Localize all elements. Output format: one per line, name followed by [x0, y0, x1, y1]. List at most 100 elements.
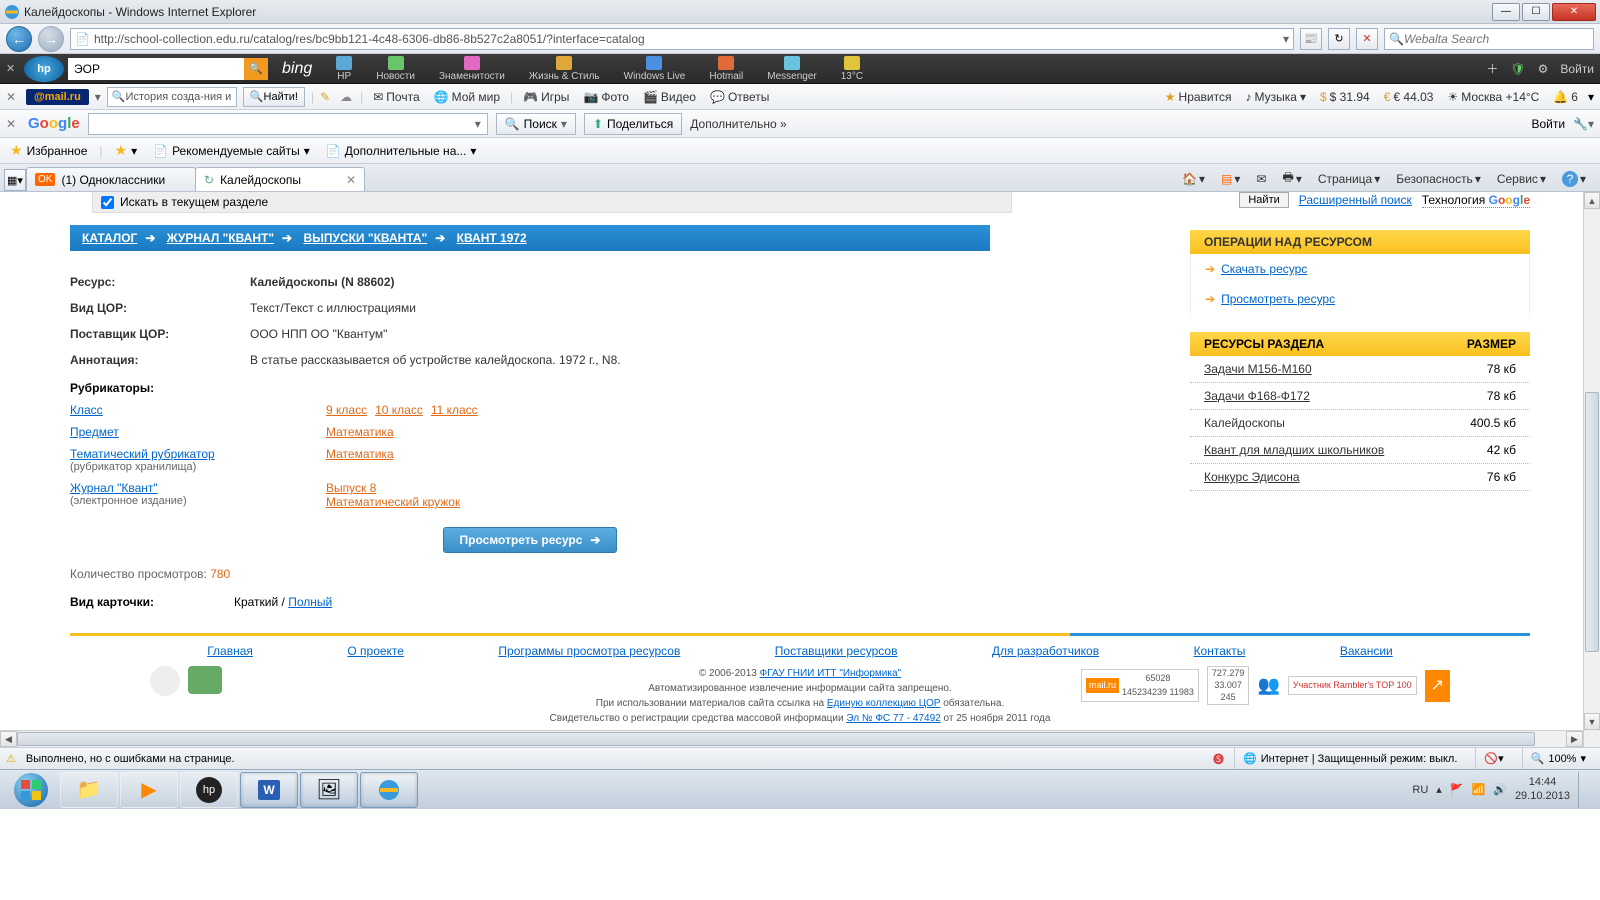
hp-item-life[interactable]: Жизнь & Стиль: [519, 56, 610, 82]
mail-search-field[interactable]: 🔍 История созда-ния и: [107, 87, 237, 107]
collection-link[interactable]: Единую коллекцию ЦОР: [827, 698, 941, 709]
math-circle-link[interactable]: Математический кружок: [326, 495, 460, 509]
mail-link-mail[interactable]: ✉Почта: [369, 90, 423, 104]
google-share-button[interactable]: ⬆Поделиться: [584, 113, 682, 135]
resource-link[interactable]: Задачи Ф168-Ф172: [1204, 389, 1310, 403]
hp-item-messenger[interactable]: Messenger: [757, 56, 826, 82]
tray-flag-icon[interactable]: 🚩: [1450, 783, 1464, 796]
mail-weather[interactable]: ☀Москва +14°C: [1443, 90, 1543, 104]
breadcrumb-journal[interactable]: ЖУРНАЛ "КВАНТ": [167, 231, 274, 245]
rubr-subject-link[interactable]: Предмет: [70, 425, 119, 439]
additional-addons[interactable]: 📄Дополнительные на... ▾: [322, 142, 481, 160]
hscroll-thumb[interactable]: [17, 732, 1535, 746]
mail-link-video[interactable]: 🎬Видео: [639, 90, 700, 104]
mail-link-photo[interactable]: 📷Фото: [579, 90, 633, 104]
mail-notif[interactable]: 🔔6: [1549, 90, 1582, 104]
search-current-checkbox[interactable]: [101, 196, 114, 209]
hp-item-hp[interactable]: HP: [326, 56, 362, 82]
rubr-class-link[interactable]: Класс: [70, 403, 103, 417]
org-link[interactable]: ФГАУ ГНИИ ИТТ "Информика": [760, 668, 901, 679]
google-login-link[interactable]: Войти: [1531, 117, 1565, 131]
scroll-left-button[interactable]: ◀: [0, 731, 17, 747]
shield-icon[interactable]: 🛡: [1510, 62, 1525, 76]
footer-providers[interactable]: Поставщики ресурсов: [775, 644, 898, 658]
mail-find-button[interactable]: 🔍Найти!: [243, 87, 305, 107]
task-hp[interactable]: hp: [180, 772, 238, 808]
breadcrumb-issues[interactable]: ВЫПУСКИ "КВАНТА": [303, 231, 427, 245]
bing-search-input[interactable]: [68, 62, 244, 76]
mail-link-answers[interactable]: 💬Ответы: [706, 90, 773, 104]
hp-item-weather[interactable]: 13°C: [831, 56, 873, 82]
close-tab-button[interactable]: ✕: [346, 173, 356, 187]
class-10-link[interactable]: 10 класс: [375, 403, 423, 417]
footer-viewers[interactable]: Программы просмотра ресурсов: [498, 644, 680, 658]
google-search-button[interactable]: 🔍Поиск▾: [496, 113, 576, 135]
mail-link-games[interactable]: 🎮Игры: [519, 90, 573, 104]
print-button[interactable]: 🖶▾: [1278, 166, 1305, 191]
help-button[interactable]: ?▾: [1558, 169, 1590, 189]
resource-link[interactable]: Конкурс Эдисона: [1204, 470, 1300, 484]
mail-button[interactable]: ✉: [1252, 170, 1270, 188]
dropdown-icon[interactable]: ▾: [1283, 32, 1289, 46]
gear-icon[interactable]: ⚙: [1538, 62, 1549, 76]
wrench-icon[interactable]: 🔧▾: [1573, 117, 1594, 131]
download-resource-link[interactable]: Скачать ресурс: [1221, 262, 1307, 276]
hp-login-link[interactable]: Войти: [1560, 62, 1594, 76]
refresh-button[interactable]: ↻: [1328, 28, 1350, 50]
plus-icon[interactable]: ＋: [1486, 60, 1498, 77]
class-11-link[interactable]: 11 класс: [431, 403, 478, 417]
pencil-icon[interactable]: ✎: [320, 90, 334, 104]
back-button[interactable]: ←: [6, 26, 32, 52]
page-menu[interactable]: Страница▾: [1314, 170, 1384, 188]
card-full-link[interactable]: Полный: [288, 595, 332, 609]
advanced-search-link[interactable]: Расширенный поиск: [1299, 193, 1412, 207]
quick-tabs-button[interactable]: ▦▾: [4, 169, 26, 191]
zoom-control[interactable]: 🔍100% ▾: [1522, 748, 1594, 769]
scroll-down-button[interactable]: ▼: [1584, 713, 1600, 730]
scroll-thumb[interactable]: [1585, 392, 1599, 652]
rambler-arrow-icon[interactable]: ↗: [1425, 670, 1450, 702]
people-icon[interactable]: 👥: [1257, 672, 1279, 699]
class-9-link[interactable]: 9 класс: [326, 403, 367, 417]
footer-vacancies[interactable]: Вакансии: [1340, 644, 1393, 658]
google-more-link[interactable]: Дополнительно »: [690, 117, 786, 131]
mailru-logo[interactable]: @mail.ru: [26, 89, 89, 105]
tray-volume-icon[interactable]: 🔊: [1493, 783, 1507, 796]
mail-usd[interactable]: $$ 31.94: [1316, 90, 1374, 104]
mail-dropdown-icon[interactable]: ▾: [1588, 90, 1594, 104]
task-explorer[interactable]: 📁: [60, 772, 118, 808]
rambler-counter[interactable]: Участник Rambler's TOP 100: [1288, 676, 1417, 696]
hp-item-celeb[interactable]: Знаменитости: [429, 56, 515, 82]
url-input[interactable]: [94, 29, 1279, 49]
tab-odnoklassniki[interactable]: OK(1) Одноклассники: [26, 167, 196, 191]
footer-home[interactable]: Главная: [207, 644, 253, 658]
counter-icon-1[interactable]: [150, 666, 180, 696]
skype-icon[interactable]: 🅢: [1213, 751, 1224, 767]
task-media-player[interactable]: ▶: [120, 772, 178, 808]
hp-item-news[interactable]: Новости: [366, 56, 425, 82]
close-button[interactable]: ✕: [1552, 3, 1596, 21]
footer-contacts[interactable]: Контакты: [1194, 644, 1246, 658]
horizontal-scrollbar[interactable]: ◀ ▶: [0, 730, 1583, 747]
page-find-button[interactable]: Найти: [1239, 192, 1288, 208]
lang-indicator[interactable]: RU: [1412, 784, 1428, 796]
resource-link[interactable]: Задачи М156-М160: [1204, 362, 1312, 376]
thematic-math-link[interactable]: Математика: [326, 447, 394, 461]
counter-icon-2[interactable]: [188, 666, 222, 694]
google-search-field[interactable]: ▾: [88, 113, 488, 135]
url-field[interactable]: 📄 ▾: [70, 28, 1294, 50]
cloud-icon[interactable]: ☁: [340, 90, 354, 104]
show-desktop-button[interactable]: [1578, 772, 1588, 808]
add-favorite-button[interactable]: ★▾: [111, 140, 142, 161]
breadcrumb-catalog[interactable]: КАТАЛОГ: [82, 231, 137, 245]
google-logo[interactable]: Google: [28, 115, 80, 132]
bing-search-button[interactable]: 🔍: [244, 58, 268, 80]
mail-music[interactable]: ♪Музыка▾: [1241, 90, 1309, 104]
tray-show-hidden[interactable]: ▴: [1436, 783, 1442, 796]
hp-logo-icon[interactable]: hp: [24, 56, 64, 82]
subject-math-link[interactable]: Математика: [326, 425, 394, 439]
compat-button[interactable]: 📰: [1300, 28, 1322, 50]
chevron-down-icon[interactable]: ▾: [469, 117, 487, 131]
issue-8-link[interactable]: Выпуск 8: [326, 481, 376, 495]
footer-about[interactable]: О проекте: [347, 644, 404, 658]
